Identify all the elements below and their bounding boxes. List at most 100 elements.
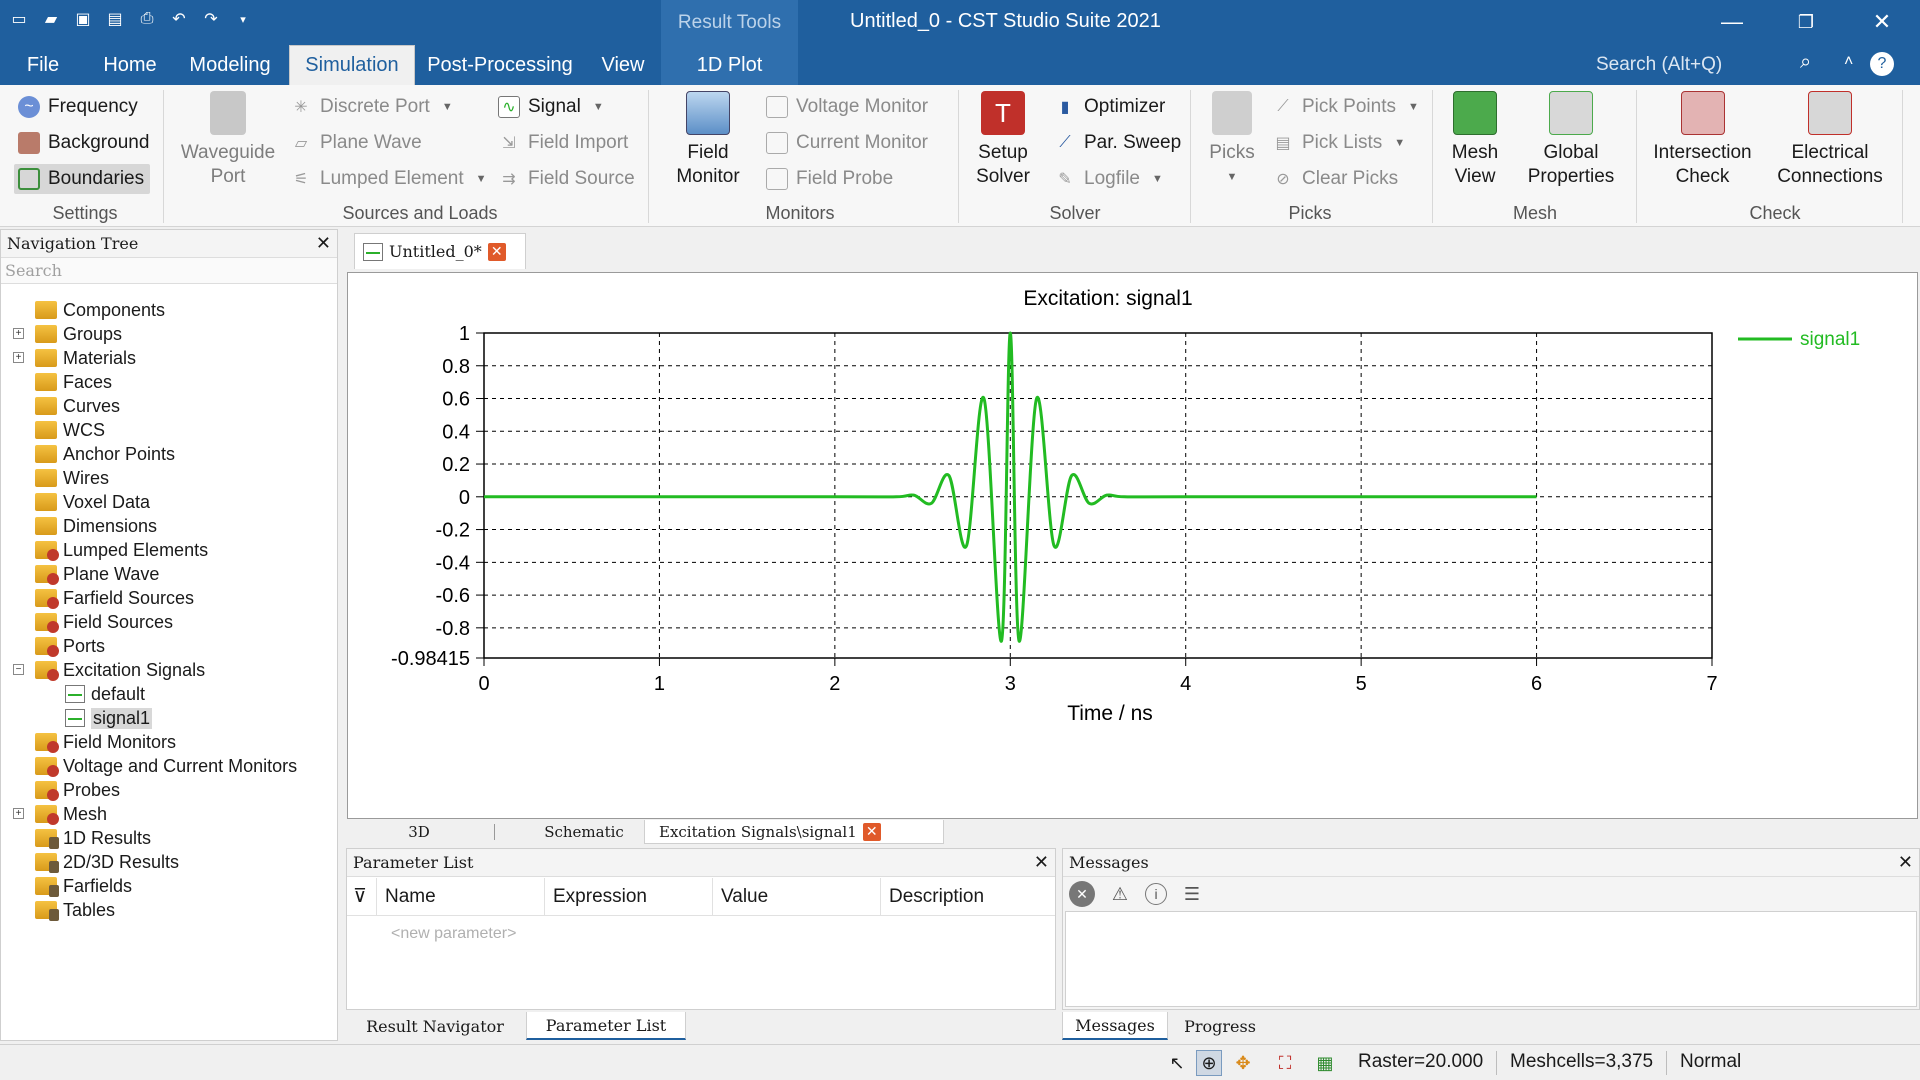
tree-item[interactable]: signal1	[65, 706, 153, 730]
redo-icon[interactable]: ↷	[200, 8, 222, 30]
voltage-monitor-button[interactable]: Voltage Monitor	[766, 92, 928, 122]
column-expression[interactable]: Expression	[545, 877, 713, 916]
background-button[interactable]: Background	[18, 128, 149, 158]
close-icon[interactable]: ✕	[316, 233, 331, 254]
intersection-check-button[interactable]: Intersection Check	[1645, 91, 1760, 189]
close-icon[interactable]: ✕	[1034, 852, 1049, 873]
tree-item[interactable]: WCS	[35, 418, 105, 442]
tree-item[interactable]: Farfields	[35, 874, 132, 898]
collapse-ribbon-icon[interactable]: ˄	[1844, 53, 1853, 71]
tree-item[interactable]: Ports	[35, 634, 105, 658]
setup-solver-button[interactable]: T Setup Solver	[970, 91, 1036, 189]
global-properties-button[interactable]: Global Properties	[1516, 91, 1626, 189]
par-sweep-button[interactable]: ⟋ Par. Sweep	[1054, 128, 1181, 158]
mesh-status-icon[interactable]: ▦	[1312, 1050, 1338, 1076]
search-input[interactable]: Search (Alt+Q)	[1588, 51, 1798, 79]
customize-toolbar-icon[interactable]: ▾	[232, 8, 254, 30]
field-monitor-button[interactable]: Field Monitor	[664, 91, 752, 189]
tab-parameter-list[interactable]: Parameter List	[526, 1012, 686, 1040]
tab-untitled-0[interactable]: Untitled_0* ✕	[354, 233, 526, 269]
picks-button[interactable]: Picks ▼	[1202, 91, 1262, 189]
expand-icon[interactable]: +	[13, 352, 24, 363]
tab-excitation-signals-signal1[interactable]: Excitation Signals\signal1 ✕	[644, 820, 944, 844]
search-icon[interactable]: ⌕	[1800, 51, 1811, 74]
tree-item[interactable]: 1D Results	[35, 826, 151, 850]
close-icon[interactable]: ✕	[1898, 852, 1913, 873]
field-probe-button[interactable]: Field Probe	[766, 164, 893, 194]
column-name[interactable]: Name	[377, 877, 545, 916]
tree-item[interactable]: default	[65, 682, 145, 706]
tree-item[interactable]: Materials	[35, 346, 136, 370]
tree-item[interactable]: Farfield Sources	[35, 586, 194, 610]
new-file-icon[interactable]: ▭	[8, 8, 30, 30]
filter-icon[interactable]: ⊽	[347, 877, 377, 916]
fit-view-icon[interactable]: ⛶	[1272, 1050, 1298, 1076]
collapse-icon[interactable]: −	[13, 664, 24, 675]
new-parameter-row[interactable]: <new parameter>	[391, 925, 516, 943]
tree-item[interactable]: Plane Wave	[35, 562, 159, 586]
tree-item[interactable]: Groups	[35, 322, 122, 346]
zoom-icon[interactable]: ⊕	[1196, 1050, 1222, 1076]
tree-item[interactable]: Curves	[35, 394, 120, 418]
tree-item[interactable]: Probes	[35, 778, 120, 802]
tree-item[interactable]: Tables	[35, 898, 115, 922]
mesh-view-button[interactable]: Mesh View	[1440, 91, 1510, 189]
signal-button[interactable]: ∿ Signal ▼	[498, 92, 604, 122]
undo-icon[interactable]: ↶	[168, 8, 190, 30]
close-window-icon[interactable]: ✕	[1860, 6, 1904, 38]
current-monitor-button[interactable]: Current Monitor	[766, 128, 928, 158]
tree-item[interactable]: Excitation Signals	[35, 658, 205, 682]
tab-result-navigator[interactable]: Result Navigator	[346, 1012, 524, 1040]
pan-icon[interactable]: ✥	[1230, 1050, 1256, 1076]
tab-messages[interactable]: Messages	[1062, 1012, 1168, 1040]
optimizer-button[interactable]: ▮ Optimizer	[1054, 92, 1166, 122]
tab-progress[interactable]: Progress	[1170, 1012, 1270, 1040]
tree-item[interactable]: Lumped Elements	[35, 538, 208, 562]
logfile-button[interactable]: ✎ Logfile ▼	[1054, 164, 1163, 194]
save-all-icon[interactable]: ▤	[104, 8, 126, 30]
tree-item[interactable]: Dimensions	[35, 514, 157, 538]
tab-view[interactable]: View	[590, 45, 656, 85]
select-pointer-icon[interactable]: ↖	[1164, 1050, 1190, 1076]
tab-modeling[interactable]: Modeling	[180, 45, 280, 85]
tab-file[interactable]: File	[10, 45, 76, 85]
frequency-button[interactable]: ~ Frequency	[18, 92, 138, 122]
plane-wave-button[interactable]: ▱ Plane Wave	[290, 128, 422, 158]
tree-item[interactable]: Voxel Data	[35, 490, 150, 514]
waveguide-port-button[interactable]: Waveguide Port	[178, 91, 278, 189]
tab-simulation[interactable]: Simulation	[289, 45, 415, 85]
electrical-connections-button[interactable]: Electrical Connections	[1765, 91, 1895, 189]
clear-picks-button[interactable]: ⊘ Clear Picks	[1272, 164, 1398, 194]
save-icon[interactable]: ▣	[72, 8, 94, 30]
warning-filter-icon[interactable]: ⚠	[1107, 881, 1133, 907]
close-icon[interactable]: ✕	[862, 822, 881, 841]
column-description[interactable]: Description	[881, 878, 1053, 916]
field-import-button[interactable]: ⇲ Field Import	[498, 128, 628, 158]
clear-messages-icon[interactable]: ☰	[1179, 881, 1205, 907]
field-source-button[interactable]: ⇉ Field Source	[498, 164, 634, 194]
tree-item[interactable]: Faces	[35, 370, 112, 394]
tree-item[interactable]: Field Monitors	[35, 730, 176, 754]
tab-3d[interactable]: 3D	[344, 820, 494, 844]
info-filter-icon[interactable]: i	[1145, 883, 1167, 905]
tree-search-input[interactable]: Search	[1, 258, 337, 284]
tree-item[interactable]: Field Sources	[35, 610, 173, 634]
tree-item[interactable]: Voltage and Current Monitors	[35, 754, 297, 778]
tree-item[interactable]: Mesh	[35, 802, 107, 826]
error-filter-icon[interactable]: ✕	[1069, 881, 1095, 907]
boundaries-button[interactable]: Boundaries	[14, 164, 151, 194]
discrete-port-button[interactable]: ✳ Discrete Port ▼	[290, 92, 452, 122]
lumped-element-button[interactable]: ⚟ Lumped Element ▼	[290, 164, 487, 194]
column-value[interactable]: Value	[713, 877, 881, 916]
plot-area[interactable]: Excitation: signal1 0 1 2 3 4 5 6 7 1 0.8 0.6 0.4 0.2…	[347, 272, 1918, 819]
expand-icon[interactable]: +	[13, 808, 24, 819]
tab-post-processing[interactable]: Post-Processing	[420, 45, 580, 85]
help-icon[interactable]: ?	[1870, 52, 1894, 76]
print-icon[interactable]: ⎙	[136, 8, 158, 30]
tree-item[interactable]: Wires	[35, 466, 109, 490]
tab-1d-plot[interactable]: 1D Plot	[661, 45, 798, 85]
tab-home[interactable]: Home	[90, 45, 170, 85]
tree-item[interactable]: 2D/3D Results	[35, 850, 179, 874]
restore-icon[interactable]: ❐	[1784, 6, 1828, 38]
expand-icon[interactable]: +	[13, 328, 24, 339]
